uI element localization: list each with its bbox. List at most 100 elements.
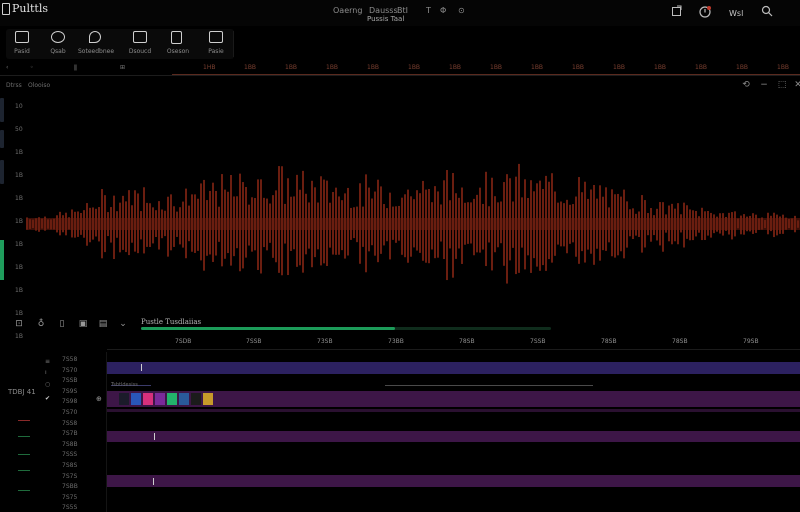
waveform-sample <box>104 195 106 253</box>
track-time-label: 7S8S <box>62 462 78 469</box>
marker-icon[interactable]: ◦ <box>30 64 34 71</box>
waveform-sample <box>323 179 325 264</box>
mic-icon[interactable]: ♁ <box>36 319 46 331</box>
waveform-sample <box>542 188 544 266</box>
waveform-sample <box>80 212 82 235</box>
menu-item[interactable]: Dausss <box>369 6 398 15</box>
level-scale-label: 1B <box>15 241 23 248</box>
loop-icon[interactable]: ⟲ <box>740 80 752 90</box>
waveform-sample <box>386 208 388 242</box>
clock-icon <box>51 31 65 43</box>
waveform-sample <box>89 207 91 243</box>
expand-icon[interactable]: ⊕ <box>96 395 102 403</box>
waveform-sample <box>314 187 316 258</box>
tool-soteedbnee[interactable]: Soteedbnee <box>78 30 114 58</box>
minus-icon[interactable]: − <box>758 80 770 90</box>
waveform-sample <box>383 204 385 246</box>
user-label[interactable]: Wsl <box>729 9 743 18</box>
ruler-tick-label: 1BB <box>572 64 585 71</box>
thumb <box>131 393 141 405</box>
tool-label: Oseson <box>166 48 190 55</box>
ruler-tick-label: 1BB <box>654 64 667 71</box>
menu-item[interactable]: Φ <box>440 6 446 15</box>
waveform-sample <box>230 175 232 266</box>
level-scale-label: 1B <box>15 149 23 156</box>
film-icon[interactable]: ▤ <box>98 319 108 331</box>
thumb <box>167 393 177 405</box>
waveform-sample <box>554 191 556 256</box>
menu-item[interactable]: T <box>426 6 431 15</box>
waveform-sample <box>692 210 694 241</box>
clip-marker[interactable] <box>154 433 155 440</box>
waveform-sample <box>116 211 118 238</box>
track-color-green <box>18 454 30 455</box>
waveform-sample <box>770 215 772 232</box>
waveform-sample <box>704 211 706 240</box>
tag-icon[interactable]: ⊞ <box>120 64 125 71</box>
track-lane-blue[interactable] <box>107 362 800 374</box>
level-scale-label: 10 <box>15 103 23 110</box>
waveform-sample <box>368 187 370 252</box>
record-icon[interactable]: ⊡ <box>14 319 24 331</box>
tool-dsoucd[interactable]: Dsoucd <box>122 30 158 58</box>
waveform-sample <box>227 191 229 254</box>
waveform-sample <box>581 192 583 252</box>
waveform-sample <box>473 198 475 256</box>
track-headers: ≡ ı ○ ✔ 7S58 7S70 7SSB 7S9S 7S98 7S70 7SS8 7S7B… <box>0 352 107 512</box>
video-icon[interactable]: ▣ <box>78 319 88 331</box>
clip-marker[interactable] <box>153 478 154 485</box>
expand-icon[interactable]: ⬚ <box>776 80 788 90</box>
nav-back-icon[interactable]: ‹ <box>6 64 8 71</box>
track-lane-purple[interactable] <box>107 475 800 487</box>
waveform-sample <box>92 207 94 240</box>
waveform-sample <box>410 196 412 257</box>
split-icon[interactable]: ǁ <box>74 64 77 71</box>
waveform-sample <box>404 194 406 258</box>
waveform-sample <box>446 170 448 281</box>
tool-pasie[interactable]: Pasie <box>198 30 234 58</box>
search-icon[interactable] <box>760 5 774 19</box>
notification-icon[interactable] <box>698 5 712 19</box>
audio-waveform[interactable] <box>26 140 800 310</box>
track-time-label: 7S5S <box>62 504 78 512</box>
waveform-sample <box>707 210 709 236</box>
upper-ruler[interactable]: ‹ ◦ ǁ ⊞ 1HB 1BB 1BB 1BB 1BB 1BB 1BB 1BB 1BB 1BB 1B… <box>0 62 800 76</box>
close-icon[interactable]: ✕ <box>792 80 800 90</box>
check-icon[interactable]: ✔ <box>45 395 51 402</box>
level-scale-label: 1B <box>15 310 23 317</box>
track-time-label: 7S98 <box>62 398 78 406</box>
row-marker-icon: ○ <box>45 381 51 388</box>
ruler-tick-label: 1BB <box>695 64 708 71</box>
chevron-down-icon[interactable]: ⌄ <box>118 319 128 331</box>
waveform-sample <box>359 183 361 264</box>
tool-pasid[interactable]: Pasid <box>4 30 40 58</box>
timeline-tick-label: 78SB <box>601 338 617 345</box>
waveform-sample <box>503 182 505 266</box>
document-icon <box>171 31 182 44</box>
menu-item[interactable]: ⊙ <box>458 6 465 15</box>
menu-item[interactable]: BtI <box>397 6 408 15</box>
file-icon[interactable]: ▯ <box>57 319 67 331</box>
track-lane-purple[interactable] <box>107 431 800 442</box>
timeline-ruler[interactable]: 7SDB 7SSB 73SB 73BB 78SB 7SSB 78SB 78SB 79SB <box>107 336 800 350</box>
waveform-sample <box>281 166 283 276</box>
menu-item[interactable]: Oaerng <box>333 6 362 15</box>
waveform-sample <box>266 198 268 251</box>
waveform-sample <box>713 214 715 234</box>
waveform-sample <box>197 198 199 251</box>
tool-oseson[interactable]: Oseson <box>160 30 196 58</box>
tool-qsab[interactable]: Qsab <box>40 30 76 58</box>
track-lane-purple-video[interactable] <box>107 391 800 407</box>
waveform-sample <box>659 202 661 246</box>
waveform-sample <box>212 182 214 262</box>
playhead-marker[interactable] <box>141 364 142 371</box>
waveform-sample <box>188 205 190 242</box>
waveform-sample <box>329 202 331 248</box>
waveform-sample <box>491 177 493 271</box>
waveform-sample <box>635 213 637 236</box>
level-scale-label: 50 <box>15 126 23 133</box>
track-color-green <box>18 436 30 437</box>
export-icon[interactable] <box>670 5 684 19</box>
waveform-sample <box>566 199 568 254</box>
waveform-sample <box>458 197 460 249</box>
